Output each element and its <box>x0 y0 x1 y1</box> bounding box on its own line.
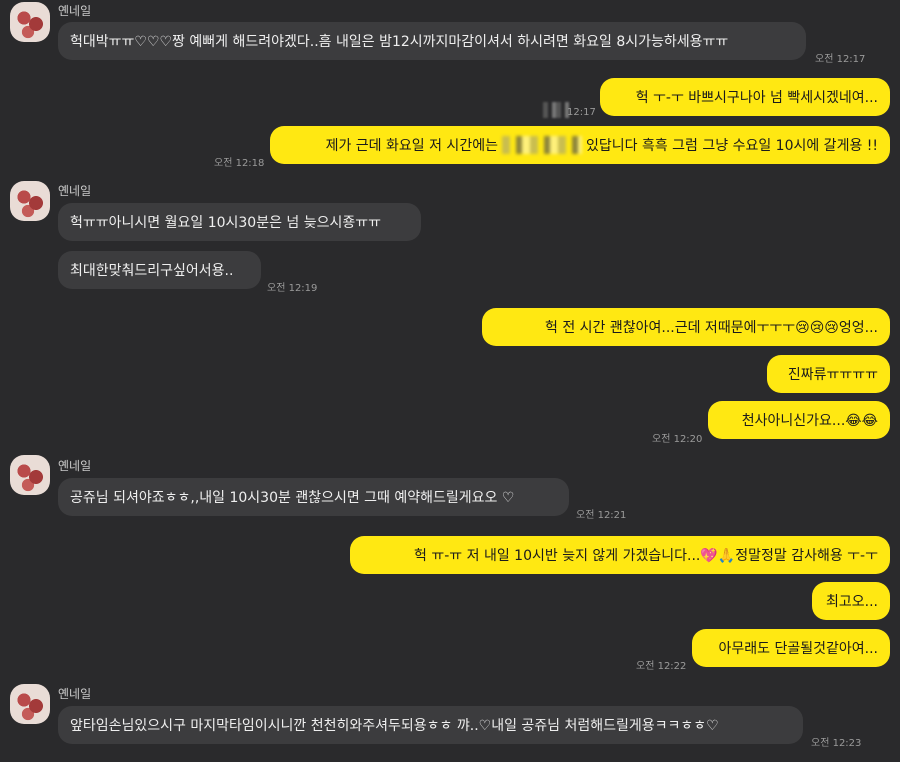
redacted-blur <box>501 136 582 154</box>
sender-name: 옌네일 <box>58 459 92 473</box>
message-bubble-out[interactable]: 헉 ㅜ-ㅜ 바쁘시구나아 넘 빡세시겠네여... <box>600 78 890 116</box>
sender-avatar[interactable] <box>10 455 50 495</box>
message-text: 헉 ㅜ-ㅜ 바쁘시구나아 넘 빡세시겠네여... <box>635 90 878 106</box>
message-text: 아무래도 단골될것같아여... <box>718 641 878 657</box>
sender-avatar[interactable] <box>10 2 50 42</box>
message-time: 오전 12:17 <box>815 54 866 65</box>
message-time: 오전 12:19 <box>267 283 318 294</box>
message-time: 오전 12:22 <box>636 661 687 672</box>
message-time: 12:17 <box>567 107 596 118</box>
message-text: 공쥬님 되셔야죠ㅎㅎ,,내일 10시30분 괜찮으시면 그때 예약해드릴게요오 … <box>70 490 515 506</box>
message-text: 헉 ㅠ-ㅠ 저 내일 10시반 늦지 않게 가겠습니다...💖🙏정말정말 감사해… <box>414 548 878 564</box>
message-time: 오전 12:18 <box>214 158 265 169</box>
message-bubble-out[interactable]: 제가 근데 화요일 저 시간에는 있답니다 흑흑 그럼 그냥 수요일 10시에 … <box>270 126 890 164</box>
message-time: 오전 12:23 <box>811 738 862 749</box>
message-time: 오전 12:21 <box>576 510 627 521</box>
message-bubble-out[interactable]: 천사아니신가요...😂😂 <box>708 401 890 439</box>
message-bubble-in[interactable]: 헉대박ㅠㅠ♡♡♡짱 예뻐게 해드려야겠다..흠 내일은 밤12시까지마감이셔서 … <box>58 22 806 60</box>
message-text: 제가 근데 화요일 저 시간에는 <box>325 138 498 154</box>
message-text: 있답니다 흑흑 그럼 그냥 수요일 10시에 갈게용 !! <box>585 138 878 154</box>
message-text: 헉대박ㅠㅠ♡♡♡짱 예뻐게 해드려야겠다..흠 내일은 밤12시까지마감이셔서 … <box>70 34 729 50</box>
message-text: 헉 전 시간 괜찮아여...근데 저때문에ㅜㅜㅜ😢😢😢엉엉... <box>544 320 878 336</box>
message-bubble-in[interactable]: 공쥬님 되셔야죠ㅎㅎ,,내일 10시30분 괜찮으시면 그때 예약해드릴게요오 … <box>58 478 569 516</box>
message-text: 천사아니신가요...😂😂 <box>741 413 878 429</box>
sender-name: 옌네일 <box>58 184 92 198</box>
message-bubble-in[interactable]: 앞타임손님있으시구 마지막타임이시니깐 천천히와주셔두되용ㅎㅎ 꺄..♡내일 공… <box>58 706 803 744</box>
message-bubble-out[interactable]: 헉 ㅠ-ㅠ 저 내일 10시반 늦지 않게 가겠습니다...💖🙏정말정말 감사해… <box>350 536 890 574</box>
message-bubble-in[interactable]: 최대한맞춰드리구싶어서용.. <box>58 251 261 289</box>
read-indicator <box>543 102 569 118</box>
message-text: 헉ㅠㅠ아니시면 월요일 10시30분은 넘 늦으시죵ㅠㅠ <box>70 215 382 231</box>
sender-name: 옌네일 <box>58 4 92 18</box>
message-bubble-out[interactable]: 헉 전 시간 괜찮아여...근데 저때문에ㅜㅜㅜ😢😢😢엉엉... <box>482 308 890 346</box>
message-bubble-out[interactable]: 최고오... <box>812 582 890 620</box>
message-text: 앞타임손님있으시구 마지막타임이시니깐 천천히와주셔두되용ㅎㅎ 꺄..♡내일 공… <box>70 718 719 734</box>
message-bubble-out[interactable]: 진짜류ㅠㅠㅠㅠ <box>767 355 890 393</box>
sender-name: 옌네일 <box>58 687 92 701</box>
message-text: 진짜류ㅠㅠㅠㅠ <box>787 367 878 383</box>
message-bubble-in[interactable]: 헉ㅠㅠ아니시면 월요일 10시30분은 넘 늦으시죵ㅠㅠ <box>58 203 421 241</box>
message-text: 최대한맞춰드리구싶어서용.. <box>70 263 234 279</box>
message-time: 오전 12:20 <box>652 434 703 445</box>
message-bubble-out[interactable]: 아무래도 단골될것같아여... <box>692 629 890 667</box>
sender-avatar[interactable] <box>10 181 50 221</box>
message-text: 최고오... <box>826 594 878 610</box>
sender-avatar[interactable] <box>10 684 50 724</box>
